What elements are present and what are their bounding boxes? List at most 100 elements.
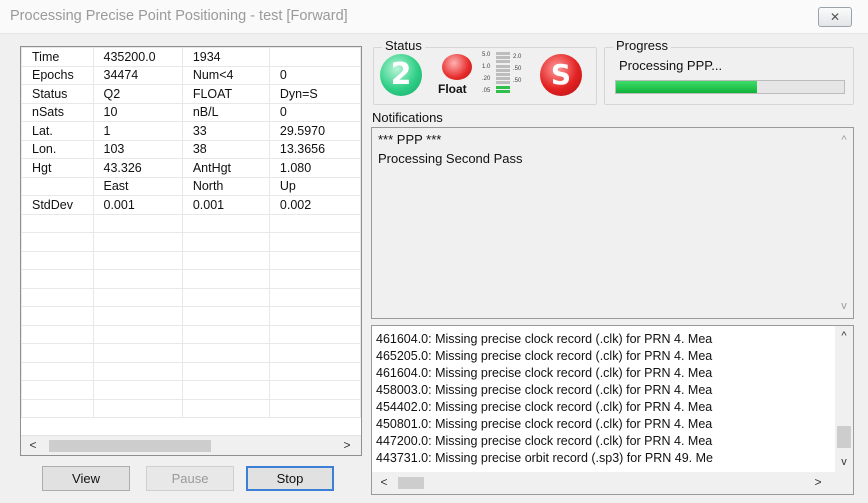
grid-cell	[181, 306, 270, 326]
scroll-left-arrow-icon[interactable]: <	[376, 475, 392, 489]
grid-cell	[181, 380, 270, 400]
view-button[interactable]: View	[42, 466, 130, 491]
log-line: 443731.0: Missing precise orbit record (…	[376, 451, 713, 465]
grid-cell: FLOAT	[181, 84, 270, 104]
grid-cell: Epochs	[21, 65, 94, 85]
signal-tick-label: .50	[513, 78, 522, 84]
signal-bar	[496, 89, 510, 93]
grid-horizontal-scrollbar[interactable]: < >	[21, 435, 361, 455]
grid-row: Time 435200.0 1934	[21, 47, 361, 67]
signal-bars-icon: 5.0 2.0 1.0 .50 .20 .50 .05	[482, 52, 534, 94]
window-title: Processing Precise Point Positioning - t…	[10, 8, 348, 24]
signal-tick-label: .20	[482, 76, 491, 82]
log-line: 465205.0: Missing precise clock record (…	[376, 349, 713, 363]
scroll-right-arrow-icon[interactable]: >	[810, 475, 826, 489]
grid-cell	[21, 176, 94, 196]
stop-button[interactable]: Stop	[246, 466, 334, 491]
log-vertical-scrollbar[interactable]: ^ v	[835, 326, 853, 472]
grid-cell: Dyn=S	[268, 84, 361, 104]
pause-button[interactable]: Pause	[146, 466, 234, 491]
grid-cell	[92, 306, 183, 326]
scroll-right-arrow-icon[interactable]: >	[339, 438, 355, 452]
signal-tick-label: .05	[482, 88, 491, 94]
scroll-thumb[interactable]	[837, 426, 851, 448]
grid-cell: 34474	[92, 65, 183, 85]
log-line: 447200.0: Missing precise clock record (…	[376, 434, 713, 448]
grid-row	[21, 324, 361, 344]
scroll-thumb[interactable]	[398, 477, 424, 489]
grid-cell	[21, 250, 94, 270]
grid-cell	[92, 269, 183, 289]
grid-cell: 13.3656	[268, 139, 361, 159]
grid-cell	[181, 287, 270, 307]
grid-cell: 29.5970	[268, 121, 361, 141]
notification-line: *** PPP ***	[378, 132, 442, 147]
progress-text: Processing PPP...	[619, 58, 723, 73]
grid-cell	[21, 398, 94, 418]
scroll-up-arrow-icon[interactable]: ^	[835, 330, 853, 342]
grid-cell	[21, 361, 94, 381]
grid-cell: Q2	[92, 84, 183, 104]
signal-tick-label: 2.0	[513, 54, 522, 60]
grid-row	[21, 213, 361, 233]
grid-cell	[21, 287, 94, 307]
grid-cell	[21, 324, 94, 344]
grid-cell	[268, 47, 361, 67]
grid-cell: 0	[268, 102, 361, 122]
grid-row: Lon. 103 38 13.3656	[21, 139, 361, 159]
grid-cell: 103	[92, 139, 183, 159]
scroll-up-arrow-icon[interactable]: ^	[835, 134, 853, 146]
grid-cell	[181, 398, 270, 418]
grid-cell	[268, 380, 361, 400]
signal-bar	[496, 77, 510, 81]
grid-cell	[21, 306, 94, 326]
grid-cell: 10	[92, 102, 183, 122]
signal-tick-label: 1.0	[482, 64, 491, 70]
grid-cell	[181, 361, 270, 381]
scroll-down-arrow-icon[interactable]: v	[835, 300, 853, 312]
signal-tick-label: 5.0	[482, 52, 491, 58]
grid-row: East North Up	[21, 176, 361, 196]
grid-cell: East	[92, 176, 183, 196]
scroll-down-arrow-icon[interactable]: v	[835, 456, 853, 468]
grid-cell	[21, 269, 94, 289]
grid-cell: 1	[92, 121, 183, 141]
signal-bar	[496, 81, 510, 85]
grid-cell	[92, 343, 183, 363]
grid-cell: Lat.	[21, 121, 94, 141]
grid-cell: 0	[268, 65, 361, 85]
grid-cell	[181, 343, 270, 363]
grid-cell	[181, 324, 270, 344]
status-label: Status	[382, 38, 425, 53]
log-horizontal-scrollbar[interactable]: < >	[372, 472, 853, 494]
progress-label: Progress	[613, 38, 672, 53]
signal-bar	[496, 64, 510, 68]
grid-cell	[92, 287, 183, 307]
signal-bar	[496, 68, 510, 72]
grid-row	[21, 269, 361, 289]
notifications-vertical-scrollbar[interactable]: ^ v	[835, 128, 853, 318]
close-button[interactable]: ✕	[818, 7, 852, 27]
grid-cell: 1934	[181, 47, 270, 67]
scroll-left-arrow-icon[interactable]: <	[25, 438, 41, 452]
grid-cell	[92, 213, 183, 233]
log-line: 458003.0: Missing precise clock record (…	[376, 383, 713, 397]
float-status-light-icon	[442, 54, 472, 80]
grid-cell	[268, 398, 361, 418]
notifications-label: Notifications	[372, 110, 443, 125]
solution-table: Time 435200.0 1934 Epochs 34474 Num<4 0 Status Q…	[21, 47, 361, 418]
signal-bar	[496, 73, 510, 76]
progress-bar-fill	[616, 81, 758, 93]
scroll-thumb[interactable]	[49, 440, 211, 452]
grid-row: nSats 10 nB/L 0	[21, 102, 361, 122]
message-log[interactable]: 461604.0: Missing precise clock record (…	[371, 325, 854, 495]
grid-row	[21, 343, 361, 363]
grid-cell	[268, 287, 361, 307]
grid-row: Hgt 43.326 AntHgt 1.080	[21, 158, 361, 178]
signal-tick-label: .50	[513, 66, 522, 72]
grid-cell: StdDev	[21, 195, 94, 215]
grid-cell: Lon.	[21, 139, 94, 159]
grid-cell: Time	[21, 47, 94, 67]
notifications-panel[interactable]: *** PPP *** Processing Second Pass ^ v	[371, 127, 854, 319]
grid-cell	[268, 361, 361, 381]
